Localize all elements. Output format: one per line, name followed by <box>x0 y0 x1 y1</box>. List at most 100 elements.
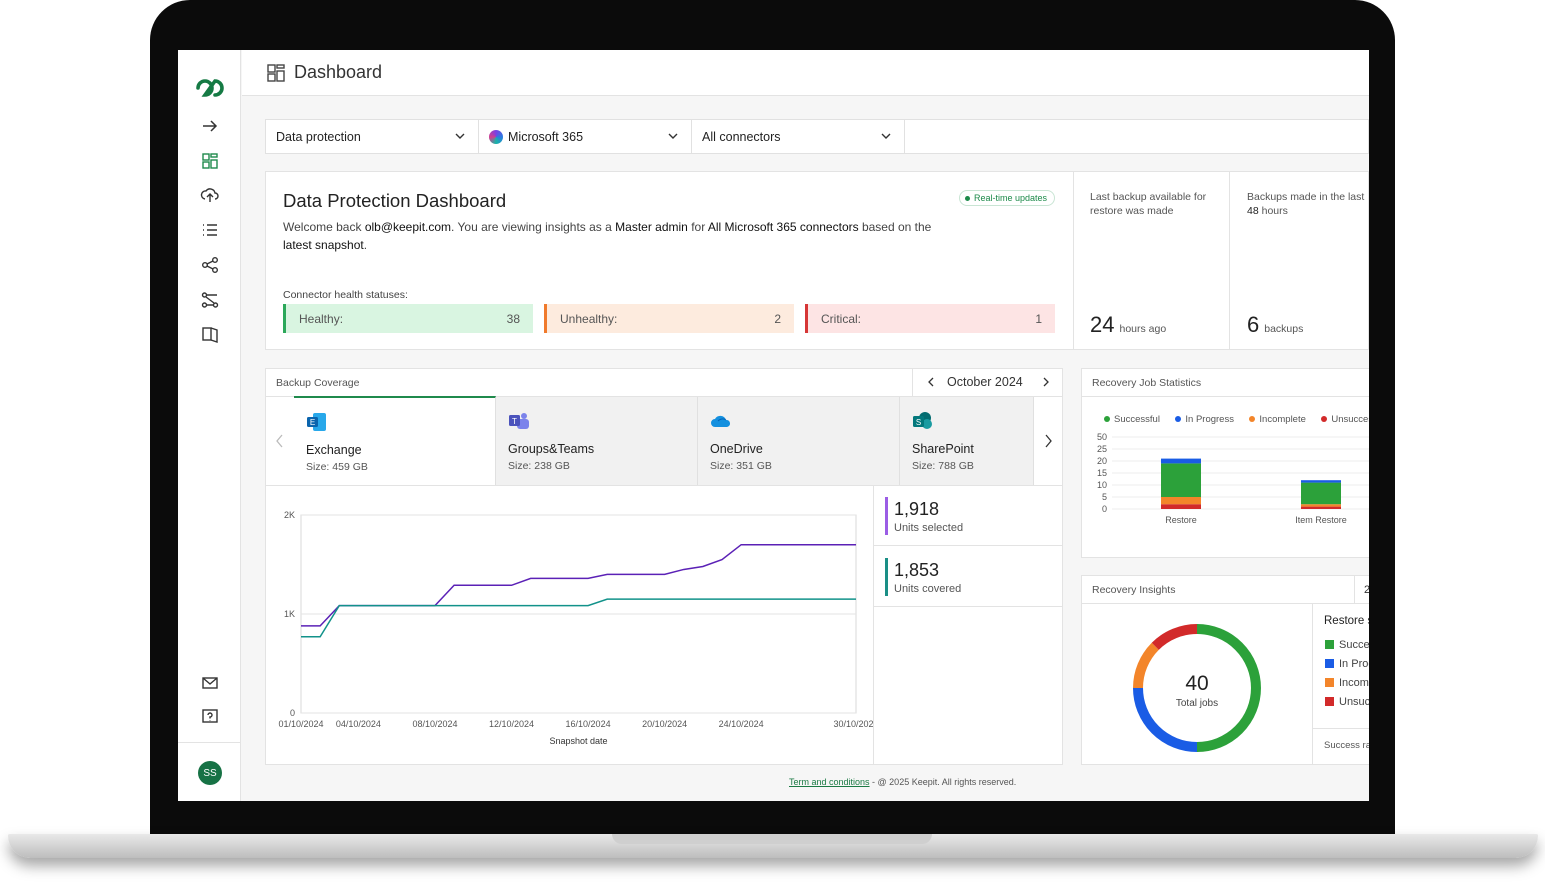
tab-name: Exchange <box>306 443 362 457</box>
x-tick-label: 30/10/2024 <box>833 719 873 729</box>
footer: Term and conditions - @ 2025 Keepit. All… <box>789 777 1016 787</box>
bar-segment <box>1301 482 1341 505</box>
tab-groups-teams[interactable]: T Groups&Teams Size: 238 GB <box>496 397 698 486</box>
sidebar-divider <box>178 742 241 743</box>
bar-segment <box>1161 504 1201 509</box>
dashboard-title-icon <box>267 64 285 82</box>
cloud-backup-icon[interactable] <box>200 185 220 205</box>
y-tick-label: 0 <box>1102 504 1107 514</box>
coverage-title: Backup Coverage <box>276 377 360 389</box>
tab-size: Size: 238 GB <box>508 460 570 472</box>
next-month-icon[interactable] <box>1041 377 1051 387</box>
realtime-badge: Real-time updates <box>959 190 1056 206</box>
recovery-insights-tab[interactable]: 2 <box>1364 584 1369 596</box>
user-role: Master admin <box>615 220 688 234</box>
donut-total: 40 <box>1185 672 1208 695</box>
legend-incomplete: Incomplete <box>1249 414 1306 425</box>
x-tick-label: 08/10/2024 <box>412 719 457 729</box>
user-email: olb@keepit.com <box>364 220 452 234</box>
unhealthy-label: Unhealthy: <box>560 311 618 326</box>
card-title: Data Protection Dashboard <box>283 190 507 211</box>
topbar: Dashboard <box>242 50 1369 96</box>
svg-text:S: S <box>916 418 921 427</box>
tenant-value: Microsoft 365 <box>508 129 584 144</box>
kpi-divider <box>1073 172 1074 349</box>
recovery-insights-title: Recovery Insights <box>1092 584 1176 596</box>
workflow-icon[interactable] <box>200 290 220 310</box>
mail-icon[interactable] <box>200 673 220 693</box>
legend-in-progress: In Progress <box>1175 414 1234 425</box>
laptop-notch <box>612 834 932 844</box>
list-icon[interactable] <box>200 220 220 240</box>
bar-segment <box>1161 463 1201 497</box>
category-select[interactable]: Data protection <box>266 120 479 153</box>
coverage-stats: 1,918 Units selected 1,853 Units covered <box>874 486 1063 764</box>
tab-exchange[interactable]: E Exchange Size: 459 GB <box>294 396 496 485</box>
y-tick-label: 15 <box>1097 468 1107 478</box>
coverage-line-chart: 0 1K 2K 01/10/2024 04/10/2024 08/10/2024 12/10… <box>278 510 873 746</box>
legend-item: Unsuc <box>1325 693 1369 712</box>
bar-segment <box>1161 458 1201 464</box>
legend-item: Incom <box>1325 674 1369 693</box>
donut-slice <box>1133 687 1198 752</box>
y-tick-label: 20 <box>1097 456 1107 466</box>
terms-link[interactable]: Term and conditions <box>789 777 870 787</box>
healthy-status[interactable]: Healthy: 38 <box>283 304 533 333</box>
avatar[interactable]: SS <box>198 761 222 785</box>
critical-label: Critical: <box>821 311 862 326</box>
sidebar: SS <box>178 50 241 801</box>
microsoft365-icon <box>489 129 503 144</box>
tab-onedrive[interactable]: OneDrive Size: 351 GB <box>698 397 900 486</box>
bar-segment <box>1301 480 1341 483</box>
keepit-logo[interactable] <box>190 76 230 100</box>
tab-size: Size: 459 GB <box>306 461 368 473</box>
book-icon[interactable] <box>200 324 220 344</box>
expand-arrow-icon[interactable] <box>200 116 220 136</box>
bar-segment <box>1301 506 1341 509</box>
x-tick-label: 20/10/2024 <box>642 719 687 729</box>
x-tick-label: Item Restore <box>1295 515 1347 525</box>
unhealthy-status[interactable]: Unhealthy: 2 <box>544 304 794 333</box>
units-covered-label: Units covered <box>894 583 962 595</box>
page-title: Dashboard <box>294 62 383 82</box>
tab-name: OneDrive <box>710 442 763 456</box>
backup-coverage-card: Backup Coverage October 2024 E Exchange … <box>265 368 1063 765</box>
units-selected-label: Units selected <box>894 522 964 534</box>
backups-made-value: 6 backups <box>1247 312 1304 337</box>
y-tick-label: 1K <box>284 609 295 619</box>
recovery-donut-chart: 40 Total jobs <box>1133 624 1261 752</box>
donut-slice <box>1133 642 1159 689</box>
last-backup-label: Last backup available for restore was ma… <box>1090 191 1207 217</box>
units-selected-value: 1,918 <box>894 499 940 519</box>
critical-status[interactable]: Critical: 1 <box>805 304 1055 333</box>
units-selected-stat: 1,918 Units selected <box>874 486 1063 546</box>
copyright: - @ 2025 Keepit. All rights reserved. <box>869 777 1017 787</box>
teams-icon: T <box>509 413 529 429</box>
connectors-select[interactable]: All connectors <box>692 120 905 153</box>
help-icon[interactable] <box>200 707 220 727</box>
snapshot: latest snapshot <box>283 238 364 252</box>
chevron-down-icon <box>881 133 891 139</box>
tabs-prev-icon[interactable] <box>275 434 285 448</box>
recovery-bar-chart: 0 5 10 15 20 25 50 Restore Item Restore <box>1097 432 1369 525</box>
prev-month-icon[interactable] <box>926 377 936 387</box>
recovery-stats-legend: Successful In Progress Incomplete Unsucc… <box>1104 409 1369 427</box>
tab-sharepoint[interactable]: S SharePoint Size: 788 GB <box>900 397 1034 486</box>
dashboard-icon[interactable] <box>200 151 220 171</box>
tab-size: Size: 351 GB <box>710 460 772 472</box>
svg-text:E: E <box>310 418 315 427</box>
x-tick-label: 01/10/2024 <box>278 719 323 729</box>
series-line <box>301 598 856 638</box>
restore-status-title: Restore s <box>1324 615 1369 627</box>
svg-text:T: T <box>512 417 517 426</box>
y-tick-label: 5 <box>1102 492 1107 502</box>
connectors-value: All connectors <box>702 129 781 144</box>
tabs-next-icon[interactable] <box>1043 434 1053 448</box>
healthy-label: Healthy: <box>299 311 344 326</box>
x-tick-label: 12/10/2024 <box>489 719 534 729</box>
share-icon[interactable] <box>200 255 220 275</box>
onedrive-icon <box>711 415 731 427</box>
tenant-select[interactable]: Microsoft 365 <box>479 120 692 153</box>
app-screen: SS Dashboard Data protection Microsoft 3… <box>178 50 1369 801</box>
legend-successful: Successful <box>1104 414 1160 425</box>
